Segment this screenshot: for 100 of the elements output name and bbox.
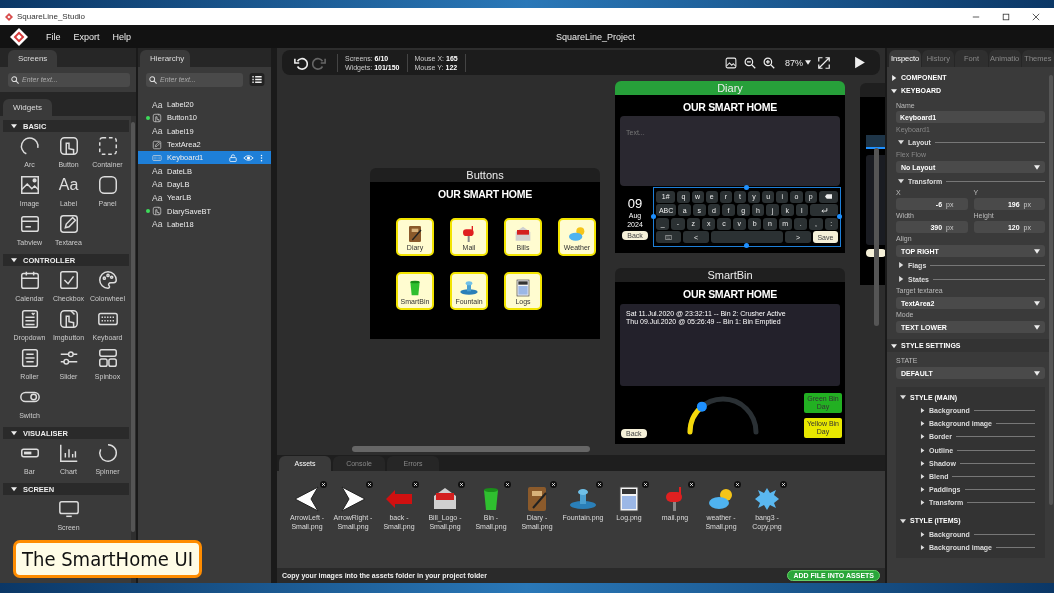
menu-item[interactable]: File	[46, 31, 61, 42]
remove-icon[interactable]	[550, 481, 557, 488]
screen-heading: OUR SMART HOME	[438, 188, 532, 200]
arrow-left-icon	[292, 484, 322, 514]
caret-down-icon	[1034, 300, 1040, 306]
triangle-icon[interactable]	[920, 434, 925, 440]
caret-down-icon	[805, 60, 811, 65]
enter-key[interactable]	[810, 204, 838, 217]
hand-pointer-icon	[152, 206, 162, 216]
triangle-icon[interactable]	[11, 257, 17, 263]
screen-title-bar[interactable]: Buttons	[370, 168, 600, 182]
scrollbar[interactable]	[874, 148, 879, 326]
remove-icon[interactable]	[596, 481, 603, 488]
triangle-icon[interactable]	[920, 531, 925, 537]
triangle-icon[interactable]	[898, 276, 904, 282]
remove-icon[interactable]	[366, 481, 373, 488]
more-icon[interactable]	[260, 153, 263, 162]
triangle-icon[interactable]	[920, 474, 925, 480]
unlock-icon[interactable]	[229, 153, 237, 162]
image-icon	[18, 174, 41, 196]
triangle-icon[interactable]	[920, 500, 925, 506]
keyboard-icon	[152, 152, 162, 163]
menu-item[interactable]: Export	[73, 31, 100, 42]
dashed-square-icon	[96, 135, 119, 157]
backspace-icon	[824, 194, 832, 200]
play-icon[interactable]	[854, 56, 866, 69]
monitor-icon	[57, 498, 80, 520]
remove-icon[interactable]	[320, 481, 327, 488]
document-icon	[513, 278, 533, 298]
triangle-icon[interactable]	[11, 430, 17, 436]
triangle-icon[interactable]	[898, 262, 904, 268]
toggle-key[interactable]	[656, 231, 682, 243]
remove-icon[interactable]	[734, 481, 741, 488]
text-icon: Aa	[152, 126, 164, 137]
triangle-icon[interactable]	[891, 342, 897, 349]
day-label: 09	[627, 197, 643, 211]
triangle-icon[interactable]	[920, 447, 925, 453]
zoom-in-icon[interactable]	[763, 56, 775, 69]
caret-down-icon	[1034, 370, 1040, 376]
palette-icon	[96, 269, 119, 291]
fountain-icon	[459, 278, 479, 298]
arc-knob[interactable]	[696, 401, 707, 412]
eye-icon[interactable]	[243, 153, 254, 162]
resize-handle[interactable]	[744, 185, 749, 190]
arrow-right-icon	[338, 484, 368, 514]
resize-handle[interactable]	[651, 214, 656, 219]
scrollbar[interactable]	[352, 446, 590, 452]
grid-icon	[96, 347, 119, 369]
calendar-icon	[18, 269, 41, 291]
triangle-icon[interactable]	[900, 517, 906, 524]
screens-tab[interactable]: Screens	[8, 50, 58, 67]
text-icon: Aa	[152, 99, 164, 110]
triangle-icon[interactable]	[920, 421, 925, 427]
triangle-icon[interactable]	[11, 486, 17, 492]
fit-screen-icon[interactable]	[818, 56, 830, 69]
image-icon[interactable]	[725, 56, 737, 69]
triangle-icon[interactable]	[898, 178, 904, 184]
maximize-icon[interactable]	[1002, 12, 1010, 21]
remove-icon[interactable]	[642, 481, 649, 488]
triangle-icon[interactable]	[11, 123, 17, 129]
close-icon[interactable]	[1032, 12, 1040, 21]
caret-down-icon	[1034, 324, 1040, 330]
zoom-out-icon[interactable]	[744, 56, 756, 69]
app-logo-icon[interactable]	[10, 27, 28, 46]
remove-icon[interactable]	[412, 481, 419, 488]
triangle-icon[interactable]	[920, 460, 925, 466]
remove-icon[interactable]	[458, 481, 465, 488]
hierarchy-tab[interactable]: Hierarchy	[140, 50, 190, 67]
undo-icon[interactable]	[294, 55, 308, 70]
enter-icon	[820, 207, 828, 213]
hand-pointer-icon	[57, 135, 80, 157]
list-view-icon[interactable]	[249, 73, 265, 86]
project-title: SquareLine_Project	[556, 31, 636, 42]
zoom-dropdown[interactable]: 87%	[785, 57, 811, 68]
window-icon	[18, 213, 41, 235]
menu-item[interactable]: Help	[112, 31, 132, 42]
triangle-icon[interactable]	[920, 487, 925, 493]
scrollbar[interactable]	[131, 122, 135, 532]
triangle-icon[interactable]	[920, 544, 925, 550]
envelope-icon	[513, 224, 533, 244]
remove-icon[interactable]	[780, 481, 787, 488]
triangle-icon[interactable]	[891, 74, 897, 81]
caret-down-icon	[1034, 164, 1040, 170]
caption-banner: The SmartHome UI	[13, 540, 202, 578]
remove-icon[interactable]	[688, 481, 695, 488]
screen-heading: OUR SMART HOME	[683, 288, 777, 300]
resize-handle[interactable]	[837, 214, 842, 219]
triangle-icon[interactable]	[920, 408, 925, 414]
window-title: SquareLine_Studio	[17, 12, 86, 21]
screen-heading: OUR SMART HOME	[683, 101, 777, 113]
triangle-icon[interactable]	[891, 87, 897, 94]
triangle-icon[interactable]	[898, 139, 904, 145]
resize-handle[interactable]	[744, 243, 749, 248]
screen-title-bar[interactable]: SmartBin	[615, 268, 845, 282]
spinner-icon	[96, 442, 119, 464]
hand-pointer-icon	[152, 112, 162, 123]
remove-icon[interactable]	[504, 481, 511, 488]
backspace-key[interactable]	[818, 191, 839, 203]
widgets-tab[interactable]: Widgets	[3, 99, 52, 116]
triangle-icon[interactable]	[900, 394, 906, 400]
